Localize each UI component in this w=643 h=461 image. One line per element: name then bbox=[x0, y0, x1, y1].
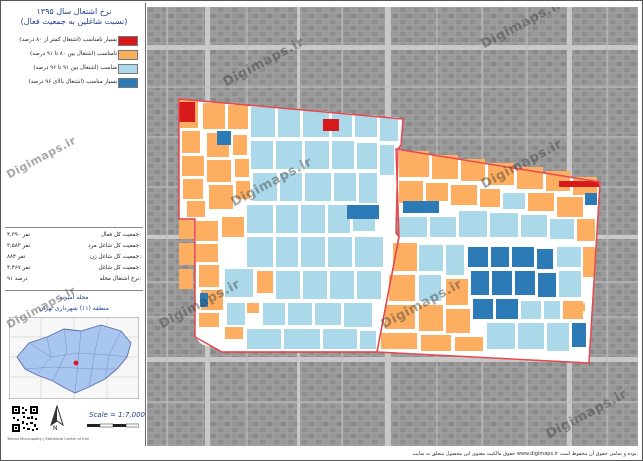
legend-swatch bbox=[118, 36, 138, 46]
legend-item-very-good: بسیار مناسب (اشتغال بالای ۹۶ درصد) bbox=[7, 76, 141, 88]
legend-swatch bbox=[118, 78, 138, 88]
north-label: N bbox=[53, 425, 58, 432]
location-marker bbox=[73, 360, 79, 366]
legend-swatch bbox=[118, 50, 138, 60]
stat-total-active: ۴,۳۹۰ نفر جمعیت کل فعال: bbox=[7, 232, 141, 238]
inset-locator-map bbox=[9, 317, 139, 399]
map-title: نرخ اشتغال سال ۱۳۹۵ bbox=[36, 7, 112, 16]
scale-bar bbox=[87, 423, 139, 428]
stat-female-employed: ۸۸۴ نفر جمعیت کل شاغل زن: bbox=[7, 254, 141, 260]
source-note: Tehran Municipality | Statistical Center… bbox=[7, 437, 90, 441]
map-sheet: نرخ اشتغال سال ۱۳۹۵ (نسبت شاغلین به جمعی… bbox=[0, 0, 643, 461]
legend-item-good: مناسب (اشتغال بین ۹۱ تا ۹۶ درصد) bbox=[7, 62, 141, 74]
stat-male-employed: ۳,۵۸۳ نفر جمعیت کل شاغل مرد: bbox=[7, 243, 141, 249]
map-subtitle: (نسبت شاغلین به جمعیت فعال) bbox=[20, 17, 128, 26]
legend-swatch bbox=[118, 64, 138, 74]
scale-text: Scale = 1:7,000 bbox=[89, 411, 145, 419]
stat-employment-rate: ۹۱ درصد نرخ اشتغال محله: bbox=[7, 276, 141, 282]
legend-item-poor: نامناسب (اشتغال بین ۸۰ تا ۹۱ درصد) bbox=[7, 48, 141, 60]
stat-total-employed: ۴,۴۶۷ نفر جمعیت کل شاغل: bbox=[7, 265, 141, 271]
map-canvas: Digimaps.ir Digimaps.ir Digimaps.ir Digi… bbox=[147, 7, 638, 446]
copyright-footer: حقوق مالکیت معنوی این محصول متعلق به سای… bbox=[412, 451, 638, 457]
legend-item-very-poor: بسیار نامناسب (اشتغال کمتر از ۸۰ درصد) bbox=[7, 34, 141, 46]
north-arrow-icon bbox=[50, 405, 64, 427]
legend-panel: نرخ اشتغال سال ۱۳۹۵ (نسبت شاغلین به جمعی… bbox=[3, 3, 146, 446]
base-map bbox=[147, 7, 638, 446]
divider bbox=[5, 227, 143, 228]
qr-code bbox=[11, 405, 39, 433]
